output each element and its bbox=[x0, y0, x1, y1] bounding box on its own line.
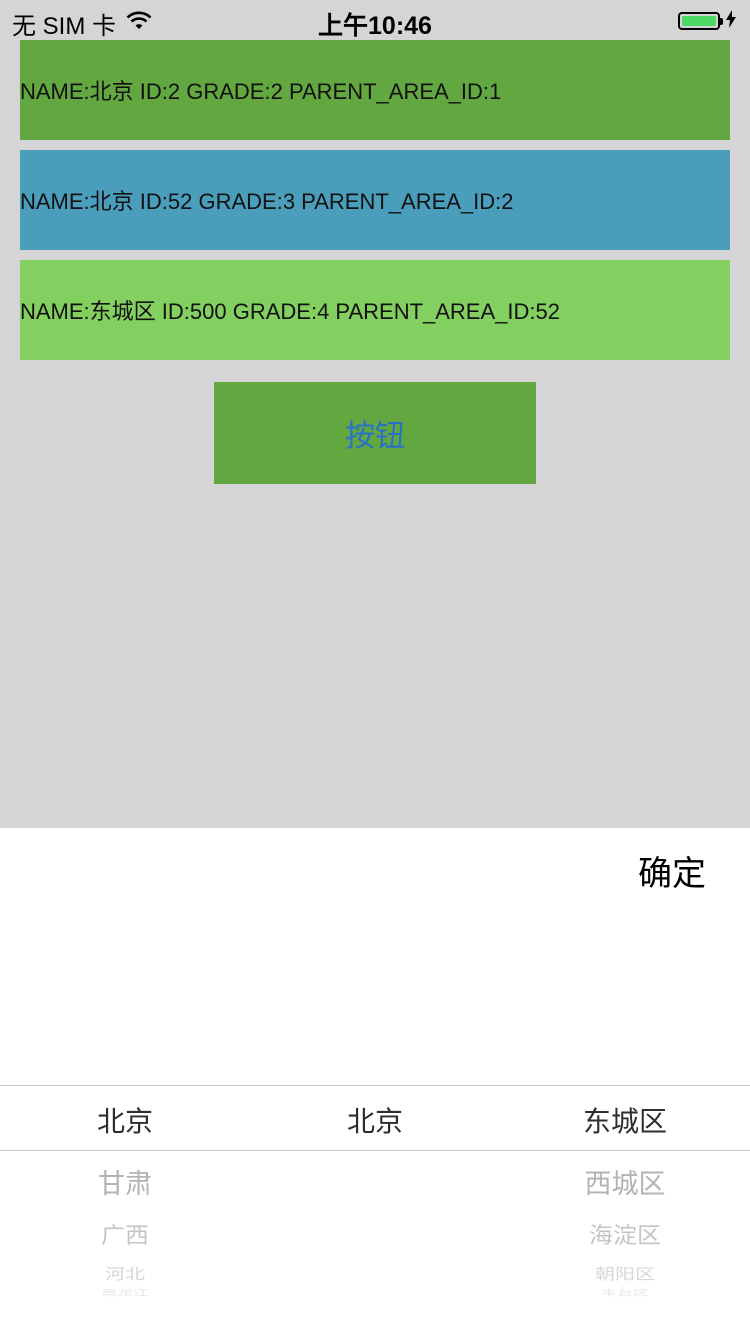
screen: 无 SIM 卡 上午10:46 NAME:北京 ID:2 GRADE:2 PAR… bbox=[0, 0, 750, 1334]
area-row-text: NAME:北京 ID:52 GRADE:3 PARENT_AREA_ID:2 bbox=[20, 189, 514, 214]
area-row-text: NAME:北京 ID:2 GRADE:2 PARENT_AREA_ID:1 bbox=[20, 79, 502, 104]
area-picker-sheet: 确定 北京 甘肃 广西 河北 黑龙江 北京 东城区 西城区 海淀区 朝阳区 丰台… bbox=[0, 828, 750, 1334]
city-picker-column[interactable]: 北京 bbox=[250, 828, 500, 1334]
picker-selected-city[interactable]: 北京 bbox=[250, 1100, 500, 1140]
picker-option[interactable]: 广西 bbox=[0, 1217, 250, 1249]
picker-option[interactable]: 河北 bbox=[0, 1262, 250, 1284]
area-row-city: NAME:北京 ID:52 GRADE:3 PARENT_AREA_ID:2 bbox=[20, 150, 730, 250]
picker-selected-province[interactable]: 北京 bbox=[0, 1100, 250, 1140]
picker-option[interactable]: 西城区 bbox=[500, 1162, 750, 1201]
district-picker-column[interactable]: 东城区 西城区 海淀区 朝阳区 丰台区 bbox=[500, 828, 750, 1334]
status-bar: 无 SIM 卡 上午10:46 bbox=[0, 0, 750, 40]
picker-option[interactable]: 甘肃 bbox=[0, 1162, 250, 1201]
main-button-label: 按钮 bbox=[345, 420, 405, 453]
province-picker-column[interactable]: 北京 甘肃 广西 河北 黑龙江 bbox=[0, 828, 250, 1334]
picker-option[interactable]: 黑龙江 bbox=[0, 1286, 250, 1298]
battery-icon bbox=[678, 12, 723, 30]
charging-icon bbox=[726, 7, 736, 35]
area-row-text: NAME:东城区 ID:500 GRADE:4 PARENT_AREA_ID:5… bbox=[20, 299, 560, 324]
status-time: 上午10:46 bbox=[318, 12, 432, 40]
picker-option[interactable]: 朝阳区 bbox=[500, 1262, 750, 1284]
picker-option[interactable]: 丰台区 bbox=[500, 1286, 750, 1298]
area-row-province: NAME:北京 ID:2 GRADE:2 PARENT_AREA_ID:1 bbox=[20, 40, 730, 140]
area-row-district: NAME:东城区 ID:500 GRADE:4 PARENT_AREA_ID:5… bbox=[20, 260, 730, 360]
main-button[interactable]: 按钮 bbox=[214, 382, 536, 484]
picker-option[interactable]: 海淀区 bbox=[500, 1217, 750, 1249]
picker-selected-district[interactable]: 东城区 bbox=[500, 1100, 750, 1140]
